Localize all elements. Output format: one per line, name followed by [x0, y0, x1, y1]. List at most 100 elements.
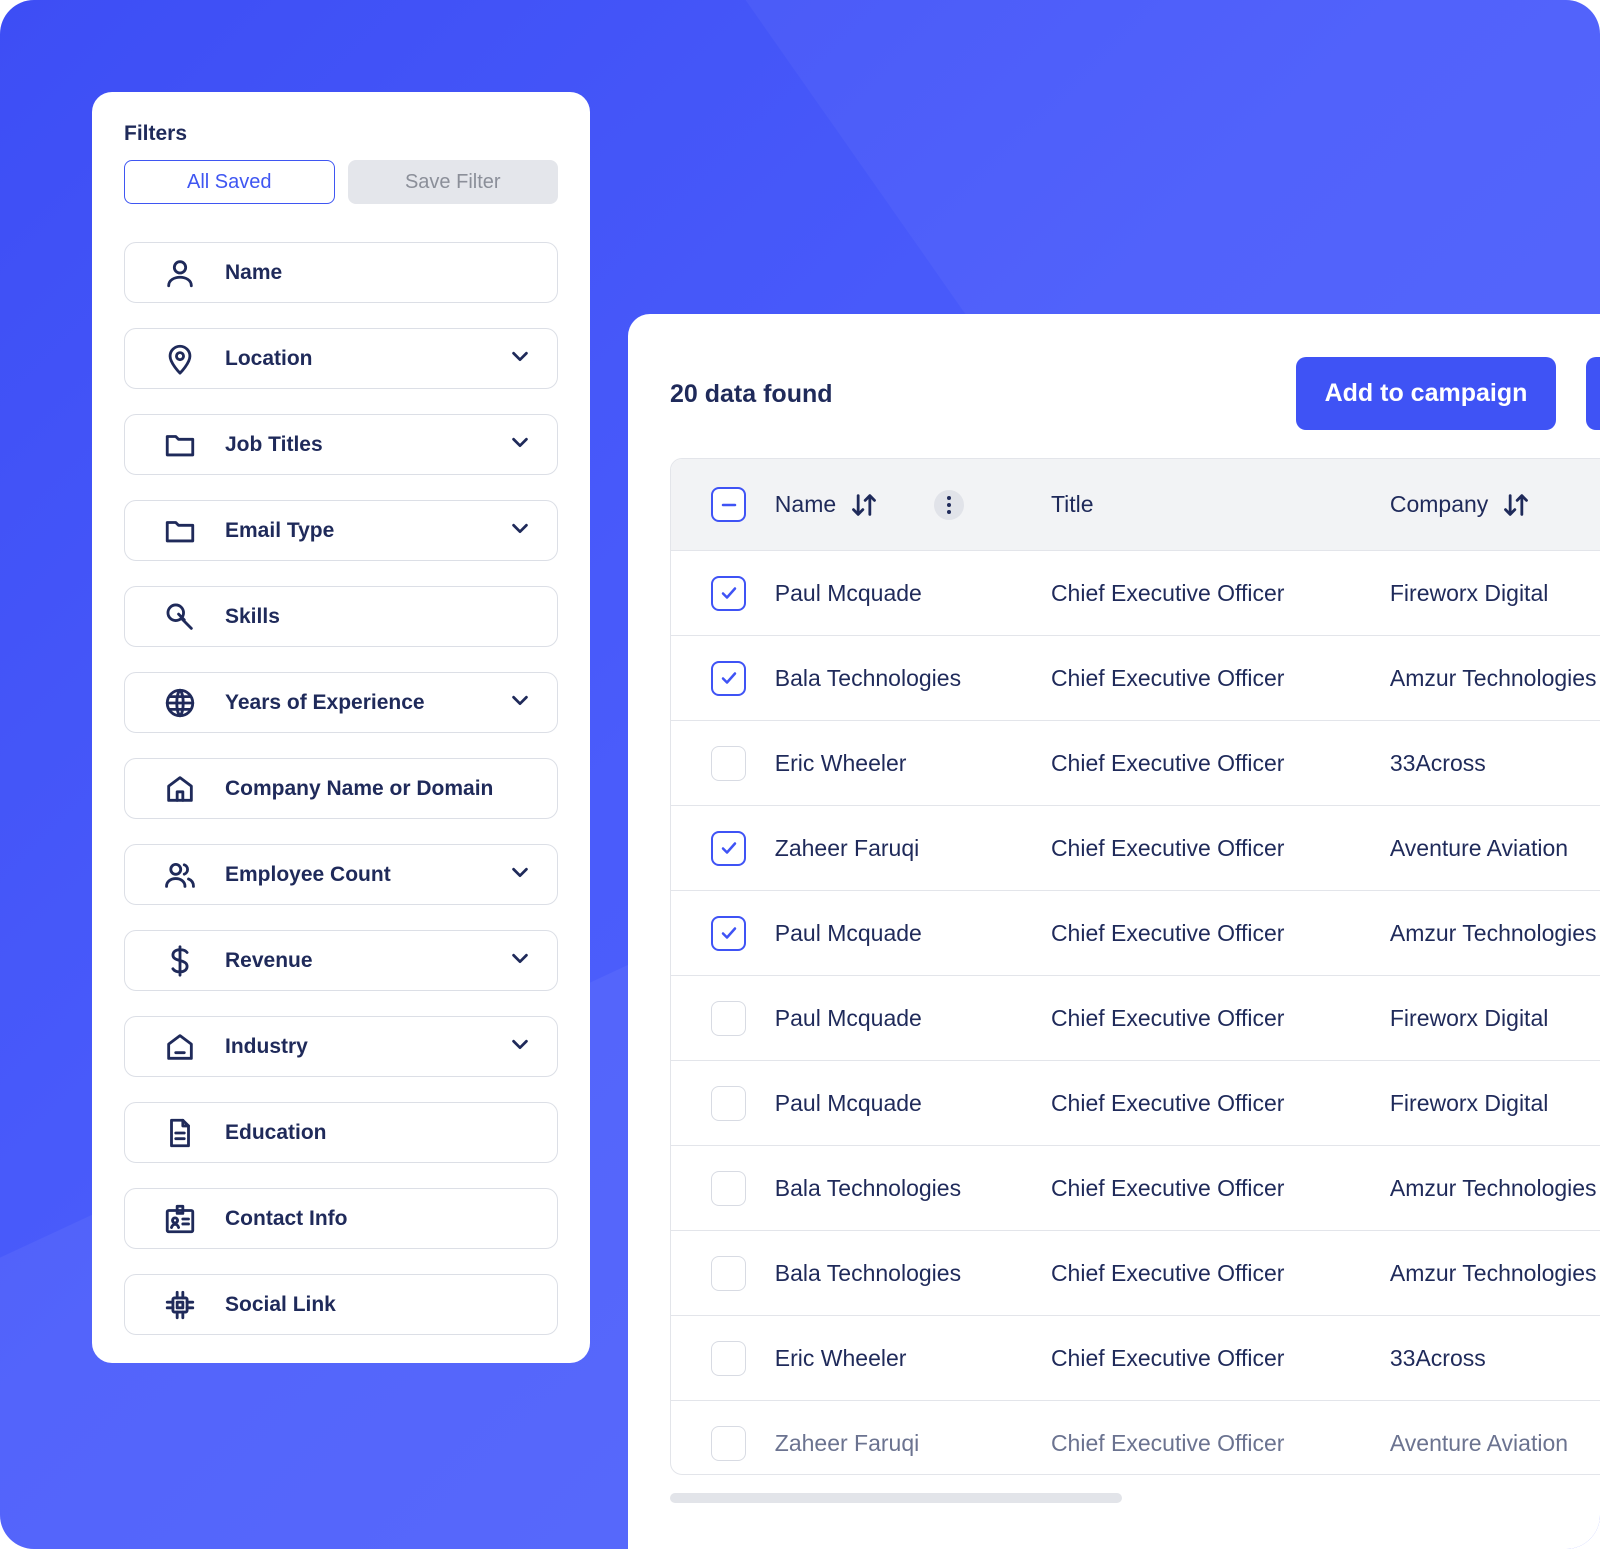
document-icon	[161, 1114, 199, 1152]
search-icon	[161, 598, 199, 636]
table-row[interactable]: Eric Wheeler Chief Executive Officer 33Acr…	[671, 1316, 1600, 1401]
row-checkbox[interactable]	[711, 1085, 746, 1121]
cell-name: Zaheer Faruqi	[774, 1429, 920, 1456]
filter-item-label: Skills	[225, 604, 280, 628]
filter-item-label: Job Titles	[225, 432, 323, 456]
filter-item-revenue[interactable]: Revenue	[124, 930, 558, 991]
table-row[interactable]: Paul Mcquade Chief Executive Officer Firew…	[671, 1061, 1600, 1146]
cell-title: Chief Executive Officer	[1050, 664, 1285, 691]
filter-item-industry[interactable]: Industry	[124, 1016, 558, 1077]
cell-company: Fireworx Digital	[1389, 579, 1549, 606]
column-header-title[interactable]: Title	[1051, 491, 1390, 518]
table-body: Paul Mcquade Chief Executive Officer Firew…	[671, 551, 1600, 1474]
filter-item-employee-count[interactable]: Employee Count	[124, 844, 558, 905]
all-saved-button[interactable]: All Saved	[124, 160, 335, 204]
cell-company: 33Across	[1389, 749, 1486, 776]
row-checkbox[interactable]	[711, 1425, 746, 1461]
row-checkbox[interactable]	[711, 1255, 746, 1291]
contact-card-icon	[161, 1200, 199, 1238]
table-row[interactable]: Paul Mcquade Chief Executive Officer Amzur…	[671, 891, 1600, 976]
filter-item-company-name-or-domain[interactable]: Company Name or Domain	[124, 758, 558, 819]
user-icon	[161, 254, 199, 292]
row-checkbox[interactable]	[711, 660, 746, 696]
sort-icon[interactable]	[850, 491, 878, 519]
cell-company: Amzur Technologies	[1389, 919, 1597, 946]
table-row[interactable]: Bala Technologies Chief Executive Officer…	[671, 636, 1600, 721]
cell-company: Aventure Aviation	[1389, 834, 1569, 861]
filters-title: Filters	[124, 122, 188, 145]
table-row[interactable]: Zaheer Faruqi Chief Executive Officer Aven…	[671, 1401, 1600, 1474]
filter-item-label: Education	[225, 1120, 327, 1144]
filter-item-label: Company Name or Domain	[225, 776, 494, 800]
table-row[interactable]: Bala Technologies Chief Executive Officer…	[671, 1231, 1600, 1316]
folder-icon	[161, 512, 199, 550]
cell-company: 33Across	[1389, 1344, 1486, 1371]
row-checkbox[interactable]	[711, 1340, 746, 1376]
filter-item-label: Name	[225, 260, 283, 284]
location-pin-icon	[161, 340, 199, 378]
cell-company: Amzur Technologies	[1389, 1174, 1597, 1201]
cell-company: Amzur Technologies	[1389, 1259, 1597, 1286]
chevron-down-icon[interactable]	[509, 861, 531, 888]
filter-item-location[interactable]: Location	[124, 328, 558, 389]
filter-item-label: Revenue	[225, 948, 313, 972]
save-filter-button[interactable]: Save Filter	[347, 160, 558, 204]
cell-company: Fireworx Digital	[1389, 1089, 1549, 1116]
filter-item-job-titles[interactable]: Job Titles	[124, 414, 558, 475]
cell-name: Paul Mcquade	[774, 919, 922, 946]
row-checkbox[interactable]	[711, 1000, 746, 1036]
column-menu-icon[interactable]	[934, 489, 965, 520]
filter-item-label: Location	[225, 346, 313, 370]
cell-title: Chief Executive Officer	[1050, 834, 1285, 861]
cell-name: Paul Mcquade	[774, 1089, 922, 1116]
folder-icon	[161, 426, 199, 464]
inbox-icon	[161, 1028, 199, 1066]
row-checkbox[interactable]	[711, 745, 746, 781]
table-row[interactable]: Paul Mcquade Chief Executive Officer Firew…	[671, 976, 1600, 1061]
filter-item-social-link[interactable]: Social Link	[124, 1274, 558, 1335]
cell-title: Chief Executive Officer	[1050, 1429, 1285, 1456]
filter-item-label: Social Link	[225, 1292, 336, 1316]
row-checkbox[interactable]	[711, 1170, 746, 1206]
filter-item-skills[interactable]: Skills	[124, 586, 558, 647]
secondary-action-button[interactable]	[1586, 357, 1600, 430]
add-to-campaign-button[interactable]: Add to campaign	[1296, 357, 1556, 430]
select-all-checkbox[interactable]	[711, 487, 746, 522]
filters-panel: Filters All Saved Save Filter Name Locati…	[92, 92, 590, 1363]
users-icon	[161, 856, 199, 894]
table-row[interactable]: Bala Technologies Chief Executive Officer…	[671, 1146, 1600, 1231]
table-row[interactable]: Eric Wheeler Chief Executive Officer 33Acr…	[671, 721, 1600, 806]
chevron-down-icon[interactable]	[509, 947, 531, 974]
row-checkbox[interactable]	[711, 915, 746, 951]
chevron-down-icon[interactable]	[509, 1033, 531, 1060]
row-checkbox[interactable]	[711, 830, 746, 866]
table-row[interactable]: Paul Mcquade Chief Executive Officer Firew…	[671, 551, 1600, 636]
filter-item-label: Email Type	[225, 518, 335, 542]
filter-item-email-type[interactable]: Email Type	[124, 500, 558, 561]
check-icon	[721, 587, 736, 599]
column-header-name[interactable]: Name	[775, 491, 836, 518]
cell-title: Chief Executive Officer	[1050, 749, 1285, 776]
cell-name: Bala Technologies	[774, 1174, 962, 1201]
cell-name: Paul Mcquade	[774, 1004, 922, 1031]
results-count: 20 data found	[670, 379, 833, 408]
chevron-down-icon[interactable]	[509, 689, 531, 716]
chip-icon	[161, 1286, 199, 1324]
sort-icon[interactable]	[1502, 491, 1530, 519]
column-header-company[interactable]: Company	[1390, 491, 1488, 518]
filter-item-name[interactable]: Name	[124, 242, 558, 303]
chevron-down-icon[interactable]	[509, 345, 531, 372]
horizontal-scrollbar[interactable]	[670, 1493, 1122, 1503]
filter-item-label: Contact Info	[225, 1206, 348, 1230]
chevron-down-icon[interactable]	[509, 431, 531, 458]
table-row[interactable]: Zaheer Faruqi Chief Executive Officer Aven…	[671, 806, 1600, 891]
row-checkbox[interactable]	[711, 575, 746, 611]
minus-icon	[721, 503, 736, 506]
chevron-down-icon[interactable]	[509, 517, 531, 544]
filter-item-label: Years of Experience	[225, 690, 425, 714]
results-table: Name Title Company Paul Mcquade Chief Exe…	[670, 458, 1600, 1475]
cell-title: Chief Executive Officer	[1050, 1174, 1285, 1201]
filter-item-years-of-experience[interactable]: Years of Experience	[124, 672, 558, 733]
filter-item-contact-info[interactable]: Contact Info	[124, 1188, 558, 1249]
filter-item-education[interactable]: Education	[124, 1102, 558, 1163]
